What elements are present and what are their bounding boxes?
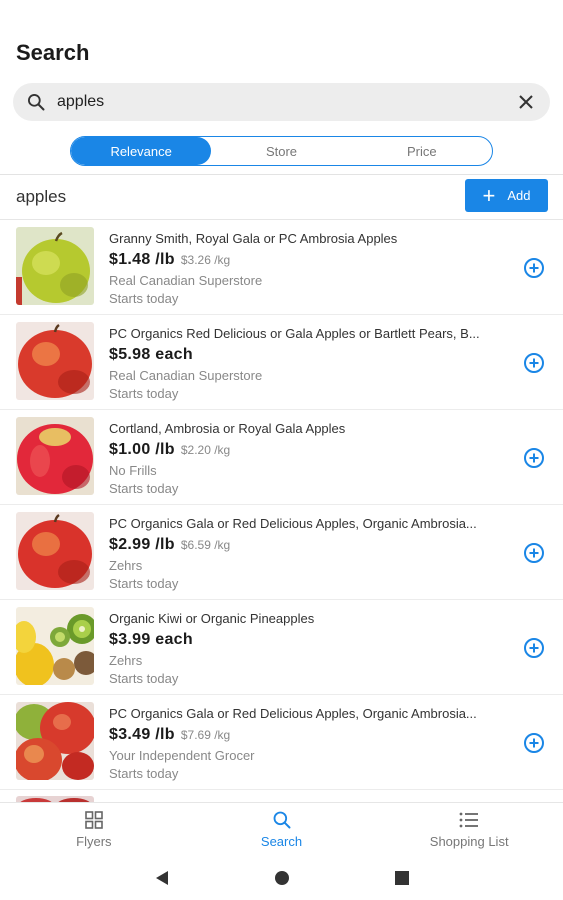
- search-bar[interactable]: [13, 83, 550, 121]
- start-date: Starts today: [109, 386, 179, 401]
- product-price: $3.99 each: [109, 631, 193, 648]
- add-to-list-icon[interactable]: [523, 542, 545, 564]
- search-icon: [273, 811, 290, 829]
- search-icon: [25, 91, 47, 113]
- list-item[interactable]: Cortland, Ambrosia or Royal Gala Apples …: [0, 410, 563, 505]
- add-to-list-icon[interactable]: [523, 732, 545, 754]
- tab-store[interactable]: Store: [211, 137, 351, 165]
- product-name: PC Organics Red Delicious or Gala Apples…: [109, 326, 480, 341]
- close-icon[interactable]: [514, 90, 538, 114]
- system-navigation-bar: [0, 856, 563, 900]
- list-item[interactable]: Organic Kiwi or Organic Pineapples $3.99…: [0, 600, 563, 695]
- nav-search[interactable]: Search: [188, 803, 376, 856]
- price-row: $1.48 /lb $3.26 /kg: [109, 251, 230, 269]
- add-button[interactable]: + Add: [465, 179, 548, 212]
- results-list[interactable]: Granny Smith, Royal Gala or PC Ambrosia …: [0, 219, 563, 802]
- product-price: $1.48 /lb: [109, 251, 175, 268]
- start-date: Starts today: [109, 291, 179, 306]
- product-price: $2.99 /lb: [109, 536, 175, 553]
- grid-icon: [85, 811, 103, 829]
- add-to-list-icon[interactable]: [523, 447, 545, 469]
- store-name: Real Canadian Superstore: [109, 368, 263, 383]
- add-to-list-icon[interactable]: [523, 257, 545, 279]
- nav-label: Search: [260, 834, 303, 849]
- store-name: No Frills: [109, 463, 157, 478]
- store-name: Zehrs: [109, 653, 143, 668]
- tab-price[interactable]: Price: [352, 137, 492, 165]
- unit-price: $2.20 /kg: [180, 443, 231, 457]
- unit-price: $6.59 /kg: [180, 538, 231, 552]
- store-name: Your Independent Grocer: [109, 748, 255, 763]
- nav-shopping-list[interactable]: Shopping List: [375, 803, 563, 856]
- recents-icon[interactable]: [392, 868, 412, 888]
- start-date: Starts today: [109, 481, 179, 496]
- nav-label: Shopping List: [429, 834, 509, 849]
- list-item[interactable]: [0, 790, 563, 802]
- start-date: Starts today: [109, 671, 179, 686]
- tab-relevance[interactable]: Relevance: [71, 137, 212, 165]
- unit-price: $3.26 /kg: [180, 253, 231, 267]
- price-row: $1.00 /lb $2.20 /kg: [109, 441, 230, 459]
- unit-price: $7.69 /kg: [180, 728, 231, 742]
- product-name: Cortland, Ambrosia or Royal Gala Apples: [109, 421, 346, 436]
- add-to-list-icon[interactable]: [523, 637, 545, 659]
- nav-flyers[interactable]: Flyers: [0, 803, 188, 856]
- product-name: Organic Kiwi or Organic Pineapples: [109, 611, 315, 626]
- product-price: $1.00 /lb: [109, 441, 175, 458]
- price-row: $3.49 /lb $7.69 /kg: [109, 726, 230, 744]
- product-image: [16, 417, 94, 495]
- product-name: Granny Smith, Royal Gala or PC Ambrosia …: [109, 231, 398, 246]
- bottom-navigation: Flyers Search Shopping List: [0, 802, 563, 856]
- plus-icon: +: [482, 182, 496, 208]
- start-date: Starts today: [109, 766, 179, 781]
- sort-toggle: Relevance Store Price: [70, 136, 493, 166]
- query-label: apples: [16, 187, 67, 206]
- price-row: $3.99 each: [109, 631, 199, 649]
- product-image: [16, 512, 94, 590]
- list-icon: [459, 812, 479, 828]
- product-image: [16, 227, 94, 305]
- nav-label: Flyers: [76, 834, 112, 849]
- store-name: Zehrs: [109, 558, 143, 573]
- divider: [0, 174, 563, 175]
- product-price: $5.98 each: [109, 346, 193, 363]
- product-name: PC Organics Gala or Red Delicious Apples…: [109, 706, 477, 721]
- start-date: Starts today: [109, 576, 179, 591]
- product-price: $3.49 /lb: [109, 726, 175, 743]
- page-title: Search: [16, 40, 90, 65]
- home-icon[interactable]: [272, 868, 292, 888]
- price-row: $2.99 /lb $6.59 /kg: [109, 536, 230, 554]
- product-image: [16, 607, 94, 685]
- search-input[interactable]: [57, 93, 514, 111]
- product-name: PC Organics Gala or Red Delicious Apples…: [109, 516, 477, 531]
- list-item[interactable]: PC Organics Gala or Red Delicious Apples…: [0, 695, 563, 790]
- list-item[interactable]: Granny Smith, Royal Gala or PC Ambrosia …: [0, 220, 563, 315]
- add-to-list-icon[interactable]: [523, 352, 545, 374]
- back-icon[interactable]: [152, 868, 172, 888]
- add-button-label: Add: [507, 188, 531, 203]
- product-image: [16, 702, 94, 780]
- store-name: Real Canadian Superstore: [109, 273, 263, 288]
- list-item[interactable]: PC Organics Red Delicious or Gala Apples…: [0, 315, 563, 410]
- price-row: $5.98 each: [109, 346, 199, 364]
- list-item[interactable]: PC Organics Gala or Red Delicious Apples…: [0, 505, 563, 600]
- product-image: [16, 322, 94, 400]
